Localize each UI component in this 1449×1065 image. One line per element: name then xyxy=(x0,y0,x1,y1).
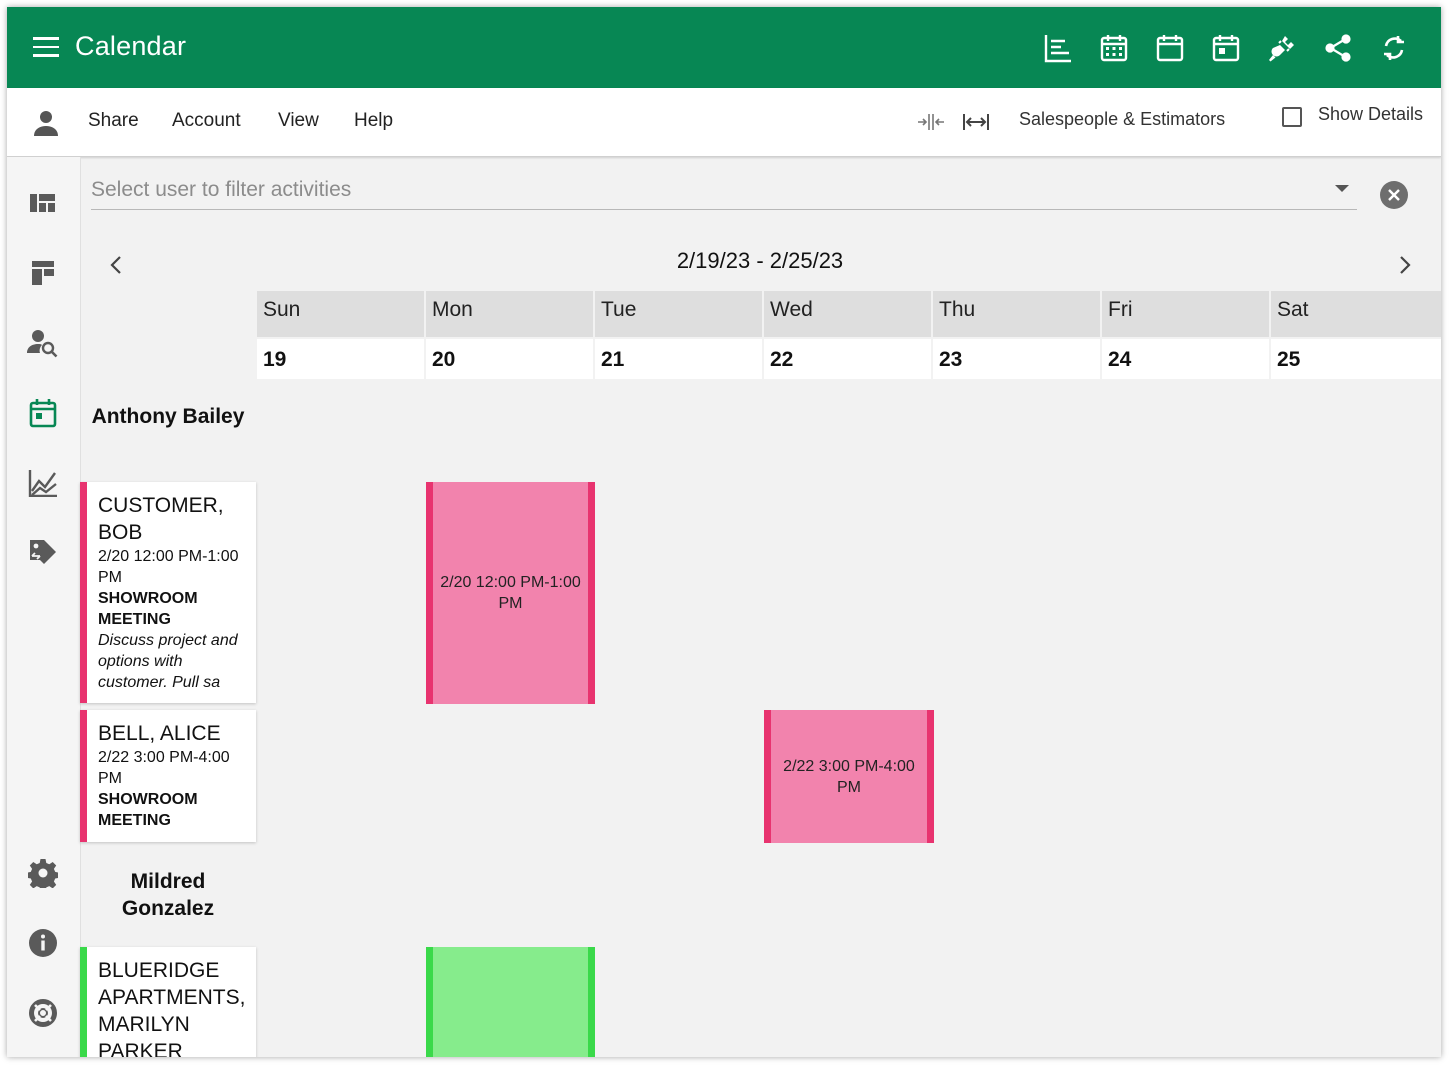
sync-icon[interactable] xyxy=(1377,31,1411,65)
group-selector[interactable]: Salespeople & Estimators xyxy=(1019,109,1225,130)
activity-card[interactable]: BELL, ALICE 2/22 3:00 PM-4:00 PM SHOWROO… xyxy=(80,710,256,842)
tag-icon[interactable] xyxy=(27,537,59,569)
collapse-columns-icon[interactable] xyxy=(916,109,946,135)
month-view-icon[interactable] xyxy=(1097,31,1131,65)
gantt-view-icon[interactable] xyxy=(1041,31,1075,65)
chevron-right-icon xyxy=(1400,256,1411,274)
day-number-22: 22 xyxy=(764,339,931,379)
hamburger-menu-icon[interactable] xyxy=(33,37,59,57)
activity-description: Discuss project and options with custome… xyxy=(98,632,238,691)
chevron-left-icon xyxy=(110,256,121,274)
menu-account[interactable]: Account xyxy=(172,110,241,132)
activity-card[interactable]: BLUERIDGE APARTMENTS, MARILYN PARKER xyxy=(80,947,256,1057)
support-icon[interactable] xyxy=(27,997,59,1029)
day-number-24: 24 xyxy=(1102,339,1269,379)
menu-share[interactable]: Share xyxy=(88,110,139,132)
menu-view[interactable]: View xyxy=(278,110,319,132)
info-icon[interactable] xyxy=(27,927,59,959)
sidebar xyxy=(7,157,81,1057)
calendar-event[interactable]: 2/22 3:00 PM-4:00 PM xyxy=(764,710,934,843)
menu-toolbar: Share Account View Help Salespeople & Es… xyxy=(7,88,1441,157)
activity-type: SHOWROOM MEETING xyxy=(98,590,198,628)
activity-color-bar xyxy=(80,482,87,703)
day-number-19: 19 xyxy=(257,339,424,379)
user-filter xyxy=(91,173,1357,210)
week-view-icon[interactable] xyxy=(1153,31,1187,65)
activity-card[interactable]: CUSTOMER, BOB 2/20 12:00 PM-1:00 PM SHOW… xyxy=(80,482,256,703)
view-switcher xyxy=(1041,31,1411,65)
day-header-wed: Wed xyxy=(764,291,931,337)
app-window: Calendar Share Account View Help Salespe… xyxy=(7,7,1441,1057)
day-header-mon: Mon xyxy=(426,291,593,337)
activity-color-bar xyxy=(80,947,87,1057)
prev-week-button[interactable] xyxy=(101,250,131,280)
date-range: 2/19/23 - 2/25/23 xyxy=(676,248,844,273)
user-icon[interactable] xyxy=(31,108,61,138)
chart-icon[interactable] xyxy=(27,467,59,499)
activity-color-bar xyxy=(80,710,87,842)
activity-type: SHOWROOM MEETING xyxy=(98,791,198,829)
day-header-thu: Thu xyxy=(933,291,1100,337)
activity-customer: BELL, ALICE xyxy=(98,722,221,745)
activity-time: 2/20 12:00 PM-1:00 PM xyxy=(98,548,239,586)
share-icon[interactable] xyxy=(1321,31,1355,65)
clear-filter-icon[interactable] xyxy=(1380,181,1408,209)
user-search-icon[interactable] xyxy=(27,327,59,359)
calendar-event[interactable]: 2/20 12:00 PM-1:00 PM xyxy=(426,482,595,704)
show-details-label: Show Details xyxy=(1318,104,1424,124)
day-number-23: 23 xyxy=(933,339,1100,379)
show-details-checkbox[interactable] xyxy=(1282,107,1302,127)
dashboard-icon[interactable] xyxy=(27,187,59,219)
day-header-fri: Fri xyxy=(1102,291,1269,337)
day-view-icon[interactable] xyxy=(1209,31,1243,65)
plug-icon[interactable] xyxy=(1265,31,1299,65)
activity-customer: CUSTOMER, BOB xyxy=(98,494,224,544)
expand-columns-icon[interactable] xyxy=(961,109,991,135)
activity-customer: BLUERIDGE APARTMENTS, MARILYN PARKER xyxy=(98,959,246,1057)
event-time-label: 2/20 12:00 PM-1:00 PM xyxy=(440,574,581,612)
board-icon[interactable] xyxy=(27,257,59,289)
day-header-sat: Sat xyxy=(1271,291,1441,337)
person-name: Mildred Gonzalez xyxy=(121,870,215,920)
dropdown-caret-icon[interactable] xyxy=(1335,185,1349,192)
app-bar: Calendar xyxy=(7,7,1441,88)
day-number-25: 25 xyxy=(1271,339,1441,379)
day-header-tue: Tue xyxy=(595,291,762,337)
app-title: Calendar xyxy=(75,31,187,61)
activity-time: 2/22 3:00 PM-4:00 PM xyxy=(98,749,230,787)
calendar-event[interactable] xyxy=(426,947,595,1057)
person-name: Anthony Bailey xyxy=(91,405,245,428)
user-filter-input[interactable] xyxy=(91,173,1321,207)
menu-help[interactable]: Help xyxy=(354,110,393,132)
day-number-20: 20 xyxy=(426,339,593,379)
calendar-icon[interactable] xyxy=(27,397,59,429)
day-header-sun: Sun xyxy=(257,291,424,337)
next-week-button[interactable] xyxy=(1390,250,1420,280)
settings-icon[interactable] xyxy=(27,857,59,889)
day-number-21: 21 xyxy=(595,339,762,379)
event-time-label: 2/22 3:00 PM-4:00 PM xyxy=(783,757,915,796)
